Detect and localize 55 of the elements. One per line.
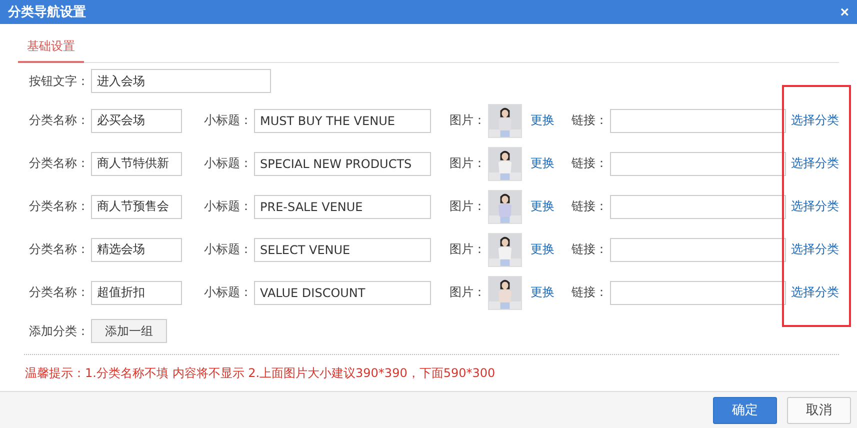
category-name-field[interactable]: 商人节预售会	[91, 194, 182, 219]
field-label: 链接：	[572, 198, 608, 216]
replace-link[interactable]: 更换	[530, 155, 554, 172]
field-label: 小标题：	[204, 112, 252, 130]
field-label: 小标题：	[204, 198, 252, 216]
subtitle-field[interactable]: VALUE DISCOUNT	[254, 280, 430, 305]
choose-category-link[interactable]: 选择分类	[791, 241, 839, 258]
category-name-field[interactable]: 超值折扣	[91, 280, 182, 305]
replace-link[interactable]: 更换	[530, 198, 554, 216]
replace-link[interactable]: 更换	[530, 112, 554, 130]
link-field[interactable]	[610, 108, 786, 133]
field-label: 分类名称：	[29, 198, 89, 216]
field-label: 链接：	[572, 284, 608, 302]
subtitle-field[interactable]: MUST BUY THE VENUE	[254, 108, 430, 133]
field-label: 图片：	[450, 284, 486, 302]
choose-category-link[interactable]: 选择分类	[791, 112, 839, 130]
button-text-field[interactable]: 进入会场	[91, 69, 271, 94]
field-label: 图片：	[450, 155, 486, 172]
field-label: 添加分类：	[29, 322, 89, 340]
subtitle-field[interactable]: PRE-SALE VENUE	[254, 194, 430, 219]
link-field[interactable]	[610, 194, 786, 219]
field-label: 图片：	[450, 241, 486, 258]
field-label: 分类名称：	[29, 241, 89, 258]
add-group-button[interactable]: 添加一组	[91, 319, 167, 344]
subtitle-field[interactable]: SPECIAL NEW PRODUCTS	[254, 152, 430, 176]
choose-category-link[interactable]: 选择分类	[791, 198, 839, 216]
field-label: 分类名称：	[29, 284, 89, 302]
field-label: 小标题：	[204, 284, 252, 302]
confirm-button[interactable]: 确定	[713, 396, 777, 424]
subtitle-field[interactable]: SELECT VENUE	[254, 238, 430, 262]
window-title: 分类导航设置	[8, 4, 86, 22]
category-name-field[interactable]: 精选会场	[91, 238, 182, 262]
field-label: 链接：	[572, 241, 608, 258]
category-name-field[interactable]: 必买会场	[91, 108, 182, 133]
close-button[interactable]: ×	[840, 4, 849, 21]
field-label: 按钮文字：	[29, 72, 89, 90]
link-field[interactable]	[610, 238, 786, 262]
cancel-button[interactable]: 取消	[787, 396, 851, 424]
field-label: 分类名称：	[29, 112, 89, 130]
replace-link[interactable]: 更换	[530, 284, 554, 302]
field-label: 链接：	[572, 112, 608, 130]
category-name-field[interactable]: 商人节特供新	[91, 152, 182, 176]
field-label: 小标题：	[204, 155, 252, 172]
field-label: 小标题：	[204, 241, 252, 258]
link-field[interactable]	[610, 280, 786, 305]
field-label: 链接：	[572, 155, 608, 172]
field-label: 图片：	[450, 198, 486, 216]
field-label: 分类名称：	[29, 155, 89, 172]
choose-category-link[interactable]: 选择分类	[791, 284, 839, 302]
field-label: 图片：	[450, 112, 486, 130]
replace-link[interactable]: 更换	[530, 241, 554, 258]
choose-category-link[interactable]: 选择分类	[791, 155, 839, 172]
link-field[interactable]	[610, 152, 786, 176]
tab[interactable]: 基础设置	[18, 32, 84, 64]
tip-text: 温馨提示：1.分类名称不填 内容将不显示 2.上面图片大小建议390*390，下面590*300	[24, 365, 496, 382]
